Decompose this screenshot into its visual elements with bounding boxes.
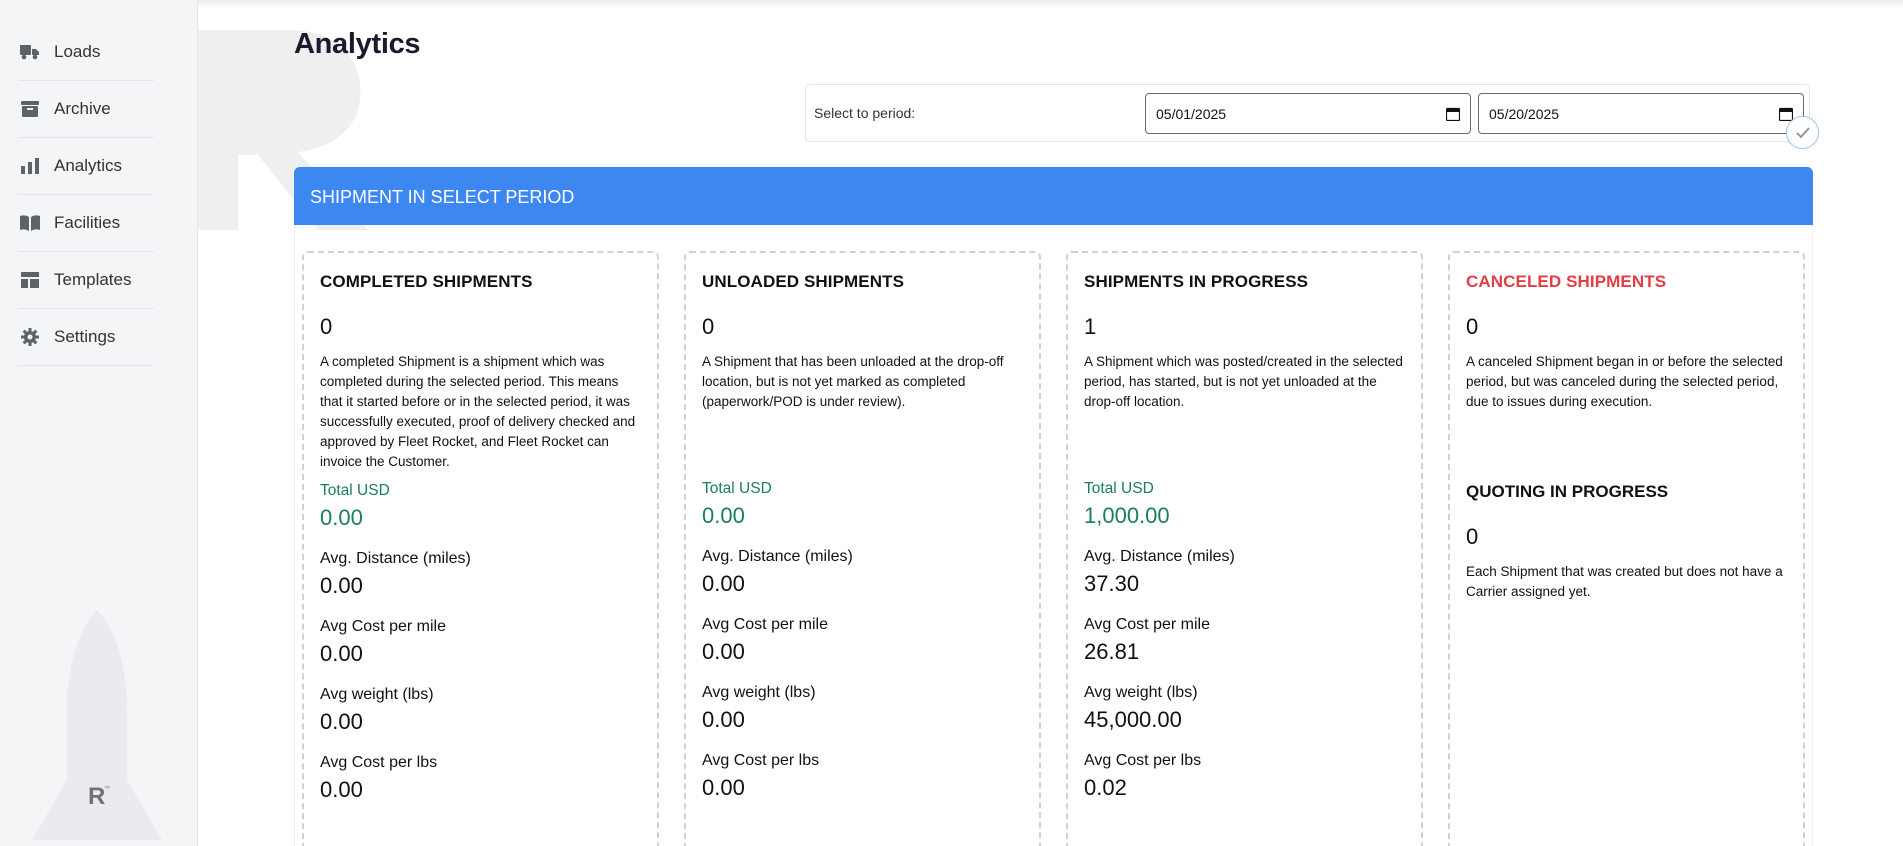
archive-icon [18, 97, 42, 121]
avg-weight-value: 0.00 [320, 709, 363, 734]
avg-weight-label: Avg weight (lbs) [1084, 684, 1198, 701]
shipments-in-progress-card: SHIPMENTS IN PROGRESS 1 A Shipment which… [1066, 251, 1423, 846]
sidebar-item-settings[interactable]: Settings [18, 309, 154, 366]
card-count: 0 [702, 314, 715, 339]
gear-icon [18, 325, 42, 349]
date-to-value: 05/20/2025 [1489, 105, 1560, 122]
date-from-input[interactable]: 05/01/2025 [1145, 93, 1471, 134]
sidebar-item-archive[interactable]: Archive [18, 81, 154, 138]
card-description: A Shipment which was posted/created in t… [1084, 354, 1403, 409]
period-selector: Select to period: 05/01/2025 05/20/2025 [805, 84, 1810, 142]
calendar-icon[interactable] [1779, 107, 1793, 121]
card-title: CANCELED SHIPMENTS [1466, 272, 1667, 291]
card-count: 1 [1084, 314, 1097, 339]
card-description: A Shipment that has been unloaded at the… [702, 354, 1004, 409]
card-count: 0 [320, 314, 333, 339]
avg-cost-mile-value: 0.00 [702, 639, 745, 664]
quoting-description: Each Shipment that was created but does … [1466, 564, 1783, 599]
top-shadow [198, 0, 1903, 8]
avg-weight-value: 45,000.00 [1084, 707, 1182, 732]
total-usd-value: 0.00 [702, 503, 745, 528]
avg-cost-lbs-value: 0.00 [320, 777, 363, 802]
total-usd-label: Total USD [1084, 480, 1154, 497]
sidebar-item-analytics[interactable]: Analytics [18, 138, 154, 195]
avg-distance-label: Avg. Distance (miles) [1084, 548, 1235, 565]
avg-distance-label: Avg. Distance (miles) [320, 550, 471, 567]
avg-weight-label: Avg weight (lbs) [320, 686, 434, 703]
sidebar-item-label: Templates [54, 270, 132, 289]
sidebar: Loads Archive Analytics Facilities Templ… [0, 0, 198, 846]
sidebar-item-label: Analytics [54, 156, 123, 175]
unloaded-shipments-card: UNLOADED SHIPMENTS 0 A Shipment that has… [684, 251, 1041, 846]
avg-cost-mile-label: Avg Cost per mile [1084, 616, 1210, 633]
date-to-input[interactable]: 05/20/2025 [1478, 93, 1804, 134]
section-header: SHIPMENT IN SELECT PERIOD [294, 167, 1813, 225]
card-description: A completed Shipment is a shipment which… [320, 354, 636, 469]
card-title: SHIPMENTS IN PROGRESS [1084, 272, 1309, 291]
bar-chart-icon [18, 154, 42, 178]
calendar-icon[interactable] [1446, 107, 1460, 121]
total-usd-value: 0.00 [320, 505, 363, 530]
total-usd-label: Total USD [702, 480, 772, 497]
avg-cost-lbs-value: 0.00 [702, 775, 745, 800]
sidebar-item-facilities[interactable]: Facilities [18, 195, 154, 252]
sidebar-item-loads[interactable]: Loads [18, 24, 154, 81]
sidebar-item-label: Settings [54, 327, 116, 346]
sidebar-item-label: Facilities [54, 213, 121, 232]
sidebar-item-label: Loads [54, 42, 101, 61]
avg-weight-value: 0.00 [702, 707, 745, 732]
apply-period-button[interactable] [1786, 116, 1819, 149]
avg-cost-mile-value: 26.81 [1084, 639, 1140, 664]
svg-text:R: R [88, 783, 105, 810]
avg-distance-value: 0.00 [320, 573, 363, 598]
avg-cost-lbs-value: 0.02 [1084, 775, 1127, 800]
template-icon [18, 268, 42, 292]
avg-cost-mile-value: 0.00 [320, 641, 363, 666]
svg-text:™: ™ [104, 785, 110, 792]
sidebar-item-label: Archive [54, 99, 111, 118]
total-usd-label: Total USD [320, 482, 390, 499]
card-description: A canceled Shipment began in or before t… [1466, 354, 1783, 409]
canceled-shipments-card: CANCELED SHIPMENTS 0 A canceled Shipment… [1448, 251, 1805, 846]
truck-icon [18, 40, 42, 64]
avg-distance-value: 37.30 [1084, 571, 1140, 596]
avg-cost-mile-label: Avg Cost per mile [702, 616, 828, 633]
quoting-title: QUOTING IN PROGRESS [1466, 482, 1669, 501]
avg-cost-lbs-label: Avg Cost per lbs [320, 754, 438, 771]
card-count: 0 [1466, 314, 1479, 339]
quoting-count: 0 [1466, 524, 1479, 549]
total-usd-value: 1,000.00 [1084, 503, 1170, 528]
avg-distance-label: Avg. Distance (miles) [702, 548, 853, 565]
card-title: UNLOADED SHIPMENTS [702, 272, 905, 291]
page-title: Analytics [294, 28, 421, 60]
period-label: Select to period: [814, 105, 916, 121]
completed-shipments-card: COMPLETED SHIPMENTS 0 A completed Shipme… [302, 251, 659, 846]
avg-cost-lbs-label: Avg Cost per lbs [702, 752, 820, 769]
sidebar-item-templates[interactable]: Templates [18, 252, 154, 309]
card-title: COMPLETED SHIPMENTS [320, 272, 533, 291]
rocket-watermark-icon: R ™ [32, 610, 162, 840]
main-content: Analytics Select to period: 05/01/2025 0… [198, 0, 1903, 846]
book-open-icon [18, 211, 42, 235]
avg-cost-lbs-label: Avg Cost per lbs [1084, 752, 1202, 769]
avg-cost-mile-label: Avg Cost per mile [320, 618, 446, 635]
sidebar-nav: Loads Archive Analytics Facilities Templ… [0, 0, 197, 366]
avg-distance-value: 0.00 [702, 571, 745, 596]
avg-weight-label: Avg weight (lbs) [702, 684, 816, 701]
check-icon [1795, 126, 1810, 138]
date-from-value: 05/01/2025 [1156, 105, 1227, 122]
